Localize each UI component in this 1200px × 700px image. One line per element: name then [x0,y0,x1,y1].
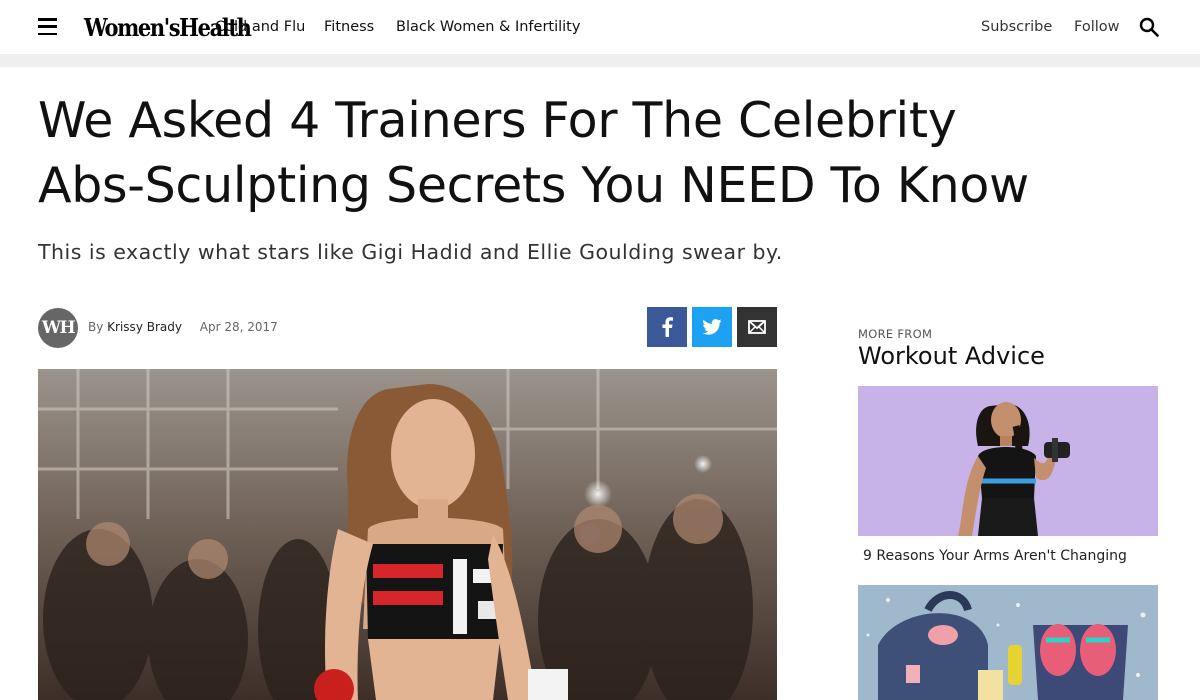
sidebar-section-title[interactable]: Workout Advice [858,342,1045,370]
nav-link-fitness[interactable]: Fitness [324,19,374,35]
headline-line-2: Abs-Sculpting Secrets You NEED To Know [38,157,1029,214]
search-icon[interactable] [1139,17,1159,37]
author-link[interactable]: Krissy Brady [107,320,182,334]
sidebar-card-image-arms[interactable] [858,386,1158,536]
nav-divider-band [0,54,1200,67]
article-dek: This is exactly what stars like Gigi Had… [38,240,783,264]
subscribe-link[interactable]: Subscribe [981,19,1052,35]
hero-image [38,369,777,700]
article-headline: We Asked 4 Trainers For The Celebrity Ab… [38,88,1168,218]
menu-icon[interactable] [38,18,57,36]
share-twitter-button[interactable] [692,307,732,347]
twitter-icon [702,319,722,335]
publish-date: Apr 28, 2017 [199,320,278,334]
more-from-label: MORE FROM [858,327,933,341]
author-avatar[interactable]: WH [38,308,78,348]
sidebar-card-image-winter-gear[interactable] [858,585,1158,700]
nav-link-black-women-infertility[interactable]: Black Women & Infertility [396,19,580,35]
follow-link[interactable]: Follow [1074,19,1119,35]
winter-gear-illustration [858,585,1158,700]
byline-by: By [88,320,104,334]
share-facebook-button[interactable] [647,307,687,347]
top-nav: Women'sHealth Cold and Flu Fitness Black… [0,0,1200,54]
sidebar-card-caption-arms[interactable]: 9 Reasons Your Arms Aren't Changing [863,548,1127,564]
hero-illustration [38,369,777,700]
email-icon [748,320,766,334]
byline: By Krissy Brady Apr 28, 2017 [88,320,278,334]
arms-workout-illustration [858,386,1158,536]
nav-link-cold-and-flu[interactable]: Cold and Flu [215,19,305,35]
headline-line-1: We Asked 4 Trainers For The Celebrity [38,92,957,149]
facebook-icon [662,317,673,337]
share-email-button[interactable] [737,307,777,347]
